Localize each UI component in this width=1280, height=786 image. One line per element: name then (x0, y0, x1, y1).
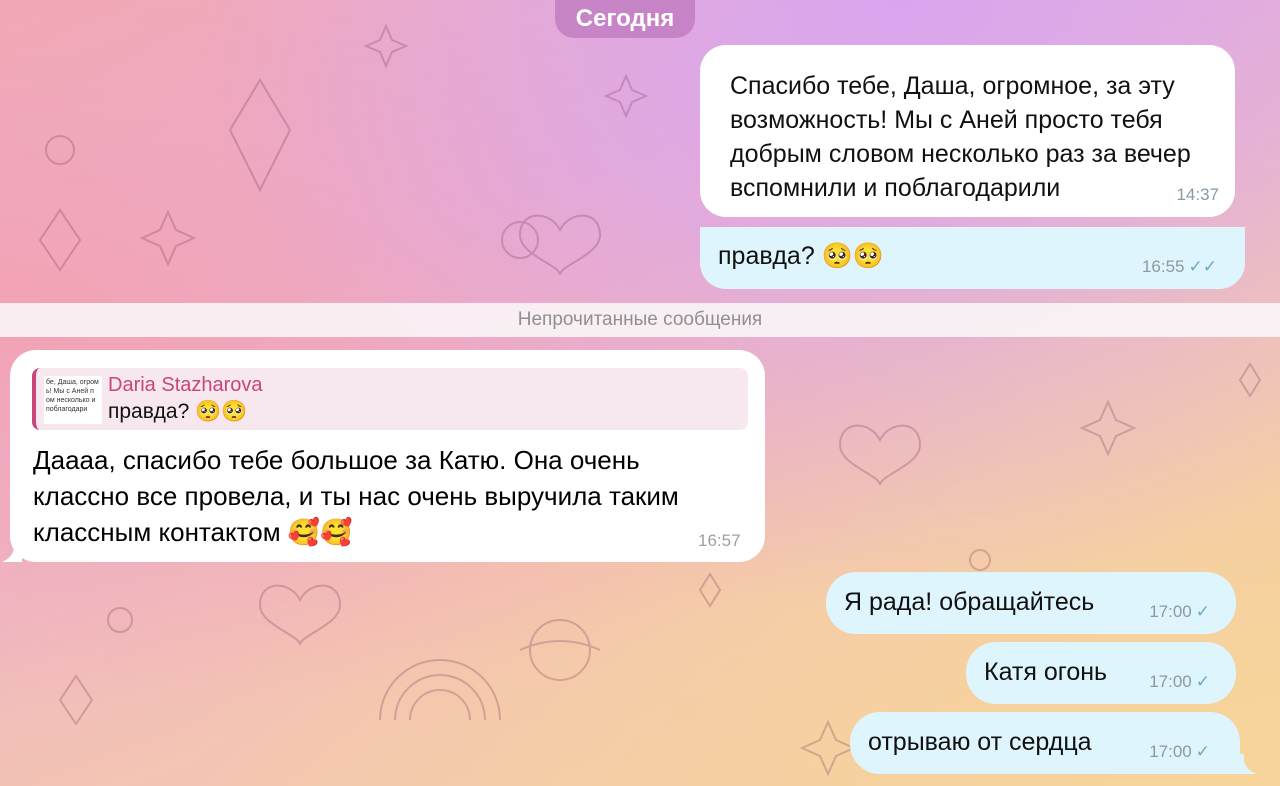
message-bubble-outgoing[interactable]: Катя огонь 17:00 ✓ (966, 642, 1236, 704)
message-line: Спасибо тебе, Даша, огромное, за эту (730, 72, 1175, 100)
time-label: 14:37 (1176, 185, 1219, 204)
reply-quote[interactable]: бе, Даша, огром ь! Мы с Аней п ом нескол… (32, 368, 748, 430)
message-time: 17:00 ✓ (1149, 602, 1210, 622)
message-time: 16:55 ✓✓ (1142, 257, 1217, 277)
check-icon: ✓ (1195, 672, 1210, 691)
message-text: Дааaa, спасибо тебе большое за Катю. Она… (33, 442, 679, 550)
reply-thumbnail: бе, Даша, огром ь! Мы с Аней п ом нескол… (44, 376, 102, 424)
time-label: 16:57 (698, 531, 741, 550)
message-line: возможность! Мы с Аней просто тебя (730, 106, 1163, 134)
time-label: 17:00 (1149, 672, 1192, 691)
message-text: Я рада! обращайтесь (844, 588, 1095, 616)
message-line: классно все провела, и ты нас очень выру… (33, 481, 679, 511)
bubble-tail (2, 542, 22, 562)
message-line: классным контактом 🥰🥰 (33, 517, 353, 547)
message-line: Дааaa, спасибо тебе большое за Катю. Она… (33, 445, 640, 475)
message-text: отрываю от сердца (868, 728, 1092, 756)
time-label: 17:00 (1149, 742, 1192, 761)
message-time: 14:37 (1176, 185, 1219, 205)
message-line: добрым словом несколько раз за вечер (730, 140, 1191, 168)
message-time: 16:57 (698, 531, 741, 551)
message-bubble-outgoing[interactable]: отрываю от сердца 17:00 ✓ (850, 712, 1240, 774)
message-text: Спасибо тебе, Даша, огромное, за эту воз… (730, 69, 1191, 205)
message-line: вспомнили и поблагодарили (730, 174, 1061, 202)
message-bubble-outgoing[interactable]: Спасибо тебе, Даша, огромное, за эту воз… (700, 45, 1235, 217)
message-bubble-outgoing[interactable]: Я рада! обращайтесь 17:00 ✓ (826, 572, 1236, 634)
check-icon: ✓ (1195, 602, 1210, 621)
bubble-tail (1236, 754, 1256, 774)
message-time: 17:00 ✓ (1149, 672, 1210, 692)
time-label: 17:00 (1149, 602, 1192, 621)
reply-text: правда? 🥺🥺 (108, 400, 248, 423)
double-check-icon: ✓✓ (1188, 257, 1218, 276)
time-label: 16:55 (1141, 257, 1185, 276)
unread-messages-separator: Непрочитанные сообщения (0, 303, 1280, 337)
message-text: правда? 🥺🥺 (718, 242, 884, 270)
message-time: 17:00 ✓ (1149, 742, 1210, 762)
check-icon: ✓ (1195, 742, 1210, 761)
reply-author: Daria Stazharova (108, 374, 263, 396)
message-bubble-outgoing[interactable]: правда? 🥺🥺 16:55 ✓✓ (700, 227, 1245, 289)
message-text: Катя огонь (984, 658, 1108, 686)
date-separator: Сегодня (555, 0, 695, 38)
